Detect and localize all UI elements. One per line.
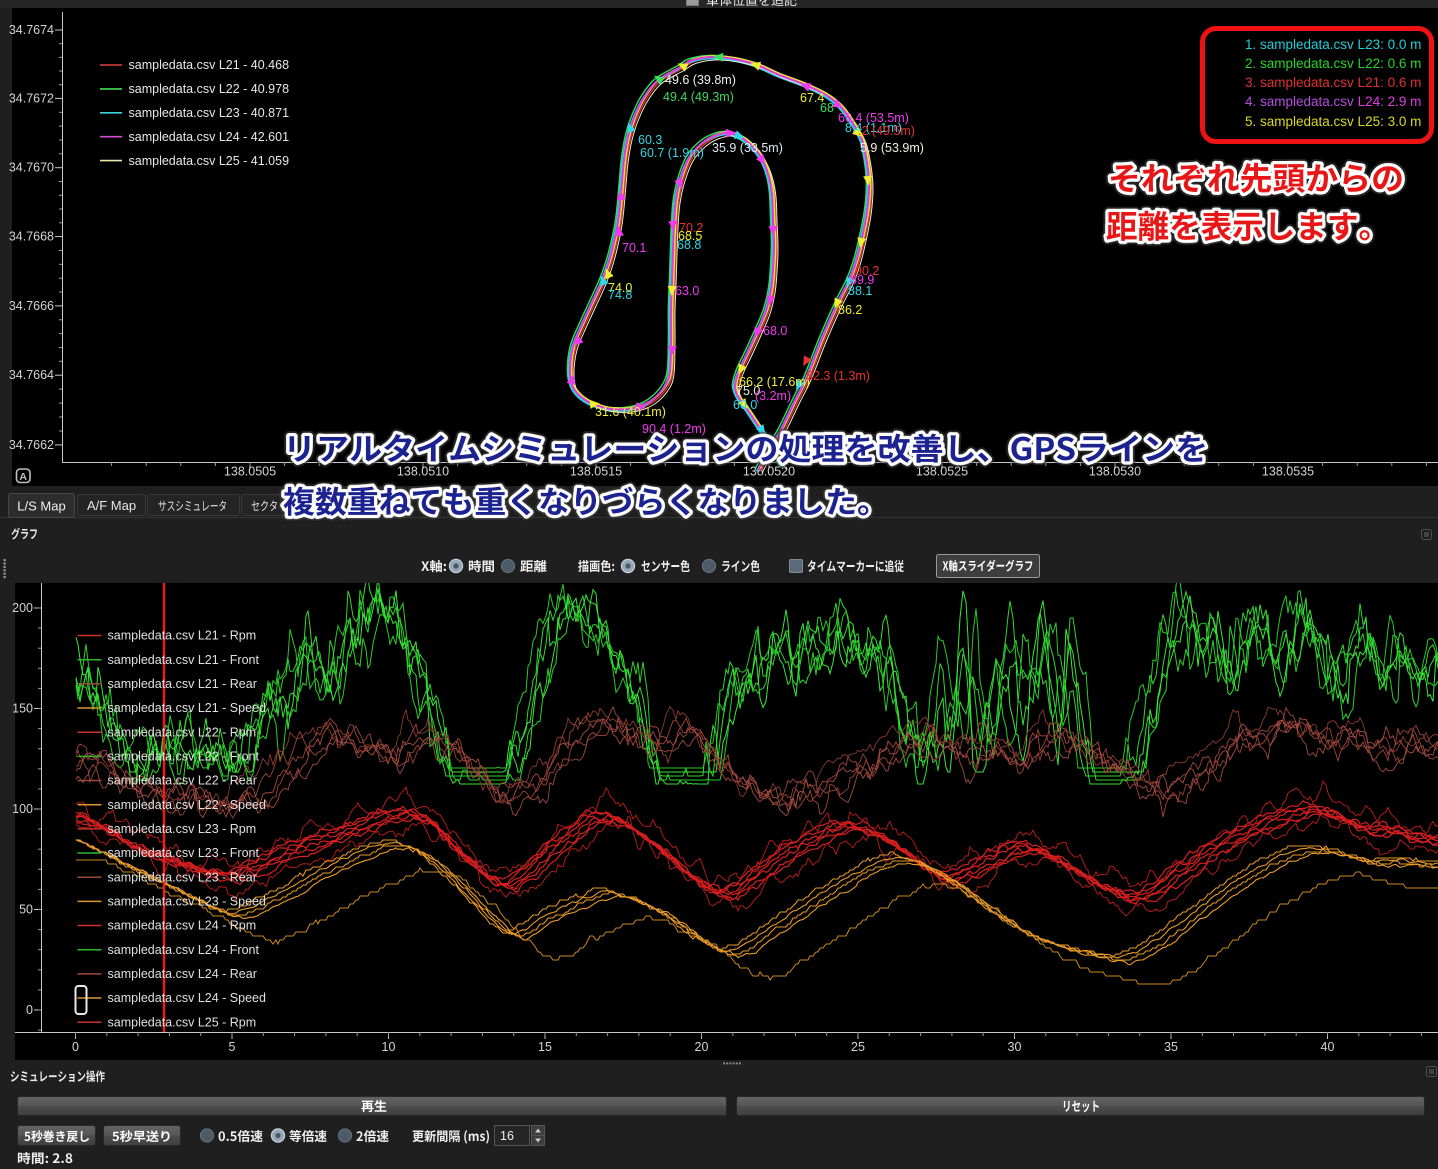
svg-text:sampledata.csv L21 - Speed: sampledata.csv L21 - Speed <box>108 701 266 715</box>
svg-text:5.9 (53.9m): 5.9 (53.9m) <box>860 141 924 155</box>
svg-text:A/F Map: A/F Map <box>87 498 136 513</box>
svg-text:68.8: 68.8 <box>677 238 701 252</box>
svg-text:82.3 (1.3m): 82.3 (1.3m) <box>806 369 870 383</box>
svg-text:sampledata.csv L21 - Rpm: sampledata.csv L21 - Rpm <box>108 629 257 643</box>
svg-text:sampledata.csv L22 - Front: sampledata.csv L22 - Front <box>108 750 260 764</box>
svg-text:49.6 (39.8m): 49.6 (39.8m) <box>665 73 736 87</box>
svg-text:34.7672: 34.7672 <box>9 91 54 105</box>
svg-text:(3.2m): (3.2m) <box>755 389 791 403</box>
svg-text:138.0520: 138.0520 <box>743 465 795 479</box>
svg-text:0: 0 <box>26 1003 33 1017</box>
svg-text:A: A <box>19 471 27 483</box>
svg-text:200: 200 <box>12 601 33 615</box>
svg-text:sampledata.csv L23 - Rear: sampledata.csv L23 - Rear <box>108 870 257 884</box>
svg-text:150: 150 <box>12 702 33 716</box>
svg-text:sampledata.csv L21 - 40.468: sampledata.csv L21 - 40.468 <box>129 58 290 72</box>
svg-text:50: 50 <box>19 903 33 917</box>
svg-text:sampledata.csv L25 - 41.059: sampledata.csv L25 - 41.059 <box>129 154 290 168</box>
svg-text:74.8: 74.8 <box>608 288 632 302</box>
svg-text:35.9 (33.5m): 35.9 (33.5m) <box>712 141 783 155</box>
svg-text:25: 25 <box>851 1040 865 1054</box>
svg-text:.2 (49.5m): .2 (49.5m) <box>858 124 915 138</box>
svg-text:86.2: 86.2 <box>838 303 862 317</box>
svg-text:sampledata.csv L24 - Rpm: sampledata.csv L24 - Rpm <box>108 919 257 933</box>
svg-text:sampledata.csv L22 - Rpm: sampledata.csv L22 - Rpm <box>108 725 257 739</box>
svg-text:15: 15 <box>538 1040 552 1054</box>
svg-text:sampledata.csv L22 - Rear: sampledata.csv L22 - Rear <box>108 774 257 788</box>
svg-text:138.0505: 138.0505 <box>224 465 276 479</box>
svg-text:sampledata.csv L24 - Front: sampledata.csv L24 - Front <box>108 943 260 957</box>
svg-text:sampledata.csv L21 - Rear: sampledata.csv L21 - Rear <box>108 677 257 691</box>
svg-text:70.1: 70.1 <box>622 241 646 255</box>
svg-text:L/S Map: L/S Map <box>17 499 65 514</box>
svg-text:34.7664: 34.7664 <box>9 368 54 382</box>
svg-text:100: 100 <box>12 802 33 816</box>
svg-text:60.0: 60.0 <box>733 398 757 412</box>
svg-text:34.7662: 34.7662 <box>9 438 54 452</box>
svg-text:sampledata.csv L21 - Front: sampledata.csv L21 - Front <box>108 653 260 667</box>
svg-text:35: 35 <box>1164 1040 1178 1054</box>
svg-text:16: 16 <box>500 1129 514 1143</box>
svg-text:30: 30 <box>1008 1040 1022 1054</box>
svg-text:88.1: 88.1 <box>848 284 872 298</box>
svg-text:0: 0 <box>72 1040 79 1054</box>
svg-text:90.4 (1.2m): 90.4 (1.2m) <box>642 422 706 436</box>
svg-text:sampledata.csv L24 - Rear: sampledata.csv L24 - Rear <box>108 967 257 981</box>
svg-text:sampledata.csv L22 - 40.978: sampledata.csv L22 - 40.978 <box>129 82 290 96</box>
svg-text:40: 40 <box>1321 1040 1335 1054</box>
svg-text:10: 10 <box>382 1040 396 1054</box>
svg-text:68: 68 <box>820 101 834 115</box>
svg-text:49.4 (49.3m): 49.4 (49.3m) <box>663 90 734 104</box>
svg-text:34.7674: 34.7674 <box>9 23 54 37</box>
svg-text:34.7666: 34.7666 <box>9 299 54 313</box>
svg-text:sampledata.csv L23 - 40.871: sampledata.csv L23 - 40.871 <box>129 106 290 120</box>
svg-text:138.0510: 138.0510 <box>397 465 449 479</box>
svg-text:138.0535: 138.0535 <box>1262 465 1314 479</box>
svg-text:31.6 (40.1m): 31.6 (40.1m) <box>595 405 666 419</box>
svg-text:20: 20 <box>695 1040 709 1054</box>
svg-text:sampledata.csv L25 - Rpm: sampledata.csv L25 - Rpm <box>108 1015 257 1029</box>
svg-text:sampledata.csv L23 - Rpm: sampledata.csv L23 - Rpm <box>108 822 257 836</box>
svg-text:60.7 (1.9m): 60.7 (1.9m) <box>640 146 704 160</box>
svg-text:138.0525: 138.0525 <box>916 465 968 479</box>
svg-text:sampledata.csv L24 - Speed: sampledata.csv L24 - Speed <box>108 991 266 1005</box>
svg-text:34.7668: 34.7668 <box>9 230 54 244</box>
svg-text:60.3: 60.3 <box>638 133 662 147</box>
svg-text:sampledata.csv L23 - Speed: sampledata.csv L23 - Speed <box>108 895 266 909</box>
svg-text:138.0530: 138.0530 <box>1089 465 1141 479</box>
svg-text:5: 5 <box>229 1040 236 1054</box>
svg-text:sampledata.csv L24 - 42.601: sampledata.csv L24 - 42.601 <box>129 130 290 144</box>
svg-text:34.7670: 34.7670 <box>9 161 54 175</box>
svg-text:68.0: 68.0 <box>763 324 787 338</box>
svg-text:63.0: 63.0 <box>675 284 699 298</box>
svg-text:sampledata.csv L23 - Front: sampledata.csv L23 - Front <box>108 846 260 860</box>
svg-text:138.0515: 138.0515 <box>570 465 622 479</box>
svg-text:sampledata.csv L22 - Speed: sampledata.csv L22 - Speed <box>108 798 266 812</box>
